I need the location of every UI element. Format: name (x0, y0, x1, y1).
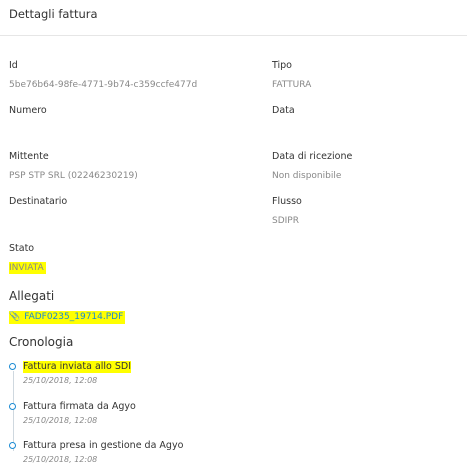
field-destinatario-value (9, 215, 67, 227)
field-data-ricezione-label: Data di ricezione (272, 151, 353, 162)
timeline-line (13, 371, 14, 451)
attachment-item[interactable]: 📎 FADF0235_19714.PDF (9, 311, 126, 324)
field-id-value: 5be76b64-98fe-4771-9b74-c359ccfe477d (9, 80, 198, 90)
cronologia-title: Cronologia (9, 335, 74, 349)
panel-header: Dettagli fattura (0, 0, 467, 36)
field-mittente-label: Mittente (9, 151, 49, 162)
allegati-title: Allegati (9, 289, 55, 303)
field-data-value (272, 124, 295, 136)
timeline-item-date: 25/10/2018, 12:08 (23, 416, 98, 425)
timeline-item-title: Fattura inviata allo SDI (23, 361, 132, 373)
field-id-label: Id (9, 60, 18, 71)
field-mittente: Mittente PSP STP SRL (02246230219) (9, 150, 138, 182)
timeline-item-title: Fattura presa in gestione da Agyo (23, 440, 184, 451)
timeline-dot-icon (9, 442, 16, 449)
timeline-dot-icon (9, 363, 16, 370)
attachment-link[interactable]: FADF0235_19714.PDF (24, 311, 123, 324)
field-data-ricezione: Data di ricezione Non disponibile (272, 150, 352, 182)
status-badge: INVIATA (9, 262, 46, 274)
field-destinatario-label: Destinatario (9, 196, 68, 207)
field-numero: Numero (9, 104, 47, 136)
timeline-dot-icon (9, 403, 16, 410)
timeline-item-date: 25/10/2018, 12:08 (23, 455, 98, 464)
field-flusso-value: SDIPR (272, 216, 299, 226)
field-stato-label: Stato (9, 243, 35, 254)
paperclip-icon: 📎 (9, 312, 21, 322)
field-data-label: Data (272, 105, 295, 116)
timeline-item-date: 25/10/2018, 12:08 (23, 376, 98, 385)
field-flusso: Flusso SDIPR (272, 195, 302, 227)
field-id: Id 5be76b64-98fe-4771-9b74-c359ccfe477d (9, 59, 197, 91)
field-data-ricezione-value: Non disponibile (272, 171, 342, 181)
field-tipo: Tipo FATTURA (272, 59, 311, 91)
field-mittente-value: PSP STP SRL (02246230219) (9, 171, 138, 181)
field-flusso-label: Flusso (272, 196, 302, 207)
panel-title: Dettagli fattura (9, 7, 98, 21)
field-numero-label: Numero (9, 105, 47, 116)
timeline-item-title: Fattura firmata da Agyo (23, 401, 136, 412)
field-stato: Stato INVIATA (9, 242, 46, 274)
field-destinatario: Destinatario (9, 195, 67, 227)
field-data: Data (272, 104, 295, 136)
field-tipo-label: Tipo (272, 60, 292, 71)
field-numero-value (9, 124, 47, 136)
field-tipo-value: FATTURA (272, 80, 312, 90)
